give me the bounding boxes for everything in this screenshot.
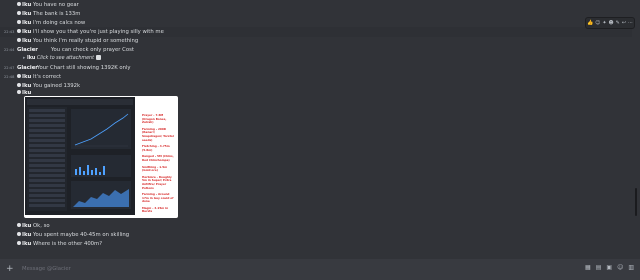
message-composer: + ▦ ▤ ▣ ☺ ▥: [0, 259, 640, 280]
dashboard-screenshot: [25, 97, 135, 215]
screenshot-area-chart: [71, 181, 131, 209]
avatar-icon: [17, 11, 21, 16]
bar-chart-graphic: [75, 165, 105, 175]
reply-icon[interactable]: ↩: [622, 20, 626, 26]
image-icon: [95, 54, 101, 60]
annotation-text: Magic - 4.15m in Bursts: [142, 205, 169, 214]
annotation-text: Fletching - 4.75m (5.8m): [142, 144, 170, 152]
message-input[interactable]: [22, 263, 542, 275]
edit-icon[interactable]: ✎: [616, 20, 620, 26]
screenshot-header: [27, 99, 133, 105]
avatar-icon: [17, 2, 21, 7]
reply-text[interactable]: Click to see attachment: [37, 56, 94, 61]
annotation-text: Farming - Around 17m in Guy could of don…: [142, 192, 174, 204]
reaction-icon[interactable]: ✦: [602, 20, 606, 26]
sticker-icon[interactable]: ▣: [606, 264, 612, 271]
emoji-picker-icon[interactable]: ☺: [617, 264, 623, 271]
gif-icon[interactable]: ▤: [596, 264, 602, 271]
add-reaction-icon[interactable]: ☻: [608, 20, 613, 26]
avatar-icon: [17, 29, 21, 34]
message-row: Iku Where is the other 400m?: [0, 239, 632, 249]
screenshot-line-chart: [71, 109, 131, 149]
image-attachment[interactable]: Prayer - 7.6M (Dragon Bones, Zulrah) Far…: [24, 96, 178, 218]
avatar-icon: [17, 241, 21, 246]
avatar-icon: [17, 90, 21, 95]
screenshot-table: [27, 107, 67, 211]
message-text: Where is the other 400m?: [33, 241, 103, 247]
line-chart-graphic: [74, 113, 129, 147]
more-icon[interactable]: ⋯: [628, 20, 633, 26]
annotation-text: Prayer - 7.6M (Dragon Bones, Zulrah): [142, 113, 167, 125]
annotation-text: Herblore - Roughly 5m in Super/ Extra An…: [142, 174, 172, 190]
avatar-icon: [17, 232, 21, 237]
gift-icon[interactable]: ▦: [585, 264, 591, 271]
apps-icon[interactable]: ▥: [628, 264, 634, 271]
scrollbar-thumb[interactable]: [635, 188, 637, 216]
composer-icons: ▦ ▤ ▣ ☺ ▥: [585, 264, 634, 271]
message-action-toolbar: 👍 ☺ ✦ ☻ ✎ ↩ ⋯: [585, 17, 635, 29]
chat-log: Iku You have no gear Iku The bank is 133…: [0, 0, 632, 258]
chat-scrollbar[interactable]: [634, 0, 638, 258]
message-author[interactable]: Iku: [17, 239, 31, 249]
annotation-text: Farming - 200K (Ranarr/ Snapdragon/ Tors…: [142, 126, 174, 142]
avatar-icon: [17, 83, 21, 88]
emoji-icon[interactable]: ☺: [595, 20, 600, 26]
annotation-text: Smithing - 1.5m (Gold ore): [142, 164, 168, 173]
annotation-text: Ranged - 5M (Chins, Red Chinchompa): [142, 154, 174, 162]
screenshot-bar-chart: [71, 155, 131, 177]
avatar-icon: [17, 38, 21, 43]
avatar-icon: [17, 20, 21, 25]
area-chart-graphic: [73, 189, 129, 207]
thumbs-up-icon[interactable]: 👍: [587, 20, 593, 26]
attachment-annotations: Prayer - 7.6M (Dragon Bones, Zulrah) Far…: [142, 113, 176, 217]
add-attachment-icon[interactable]: +: [6, 262, 14, 276]
avatar-icon: [17, 74, 21, 79]
avatar-icon: [17, 223, 21, 228]
reply-author[interactable]: Iku: [27, 56, 35, 61]
